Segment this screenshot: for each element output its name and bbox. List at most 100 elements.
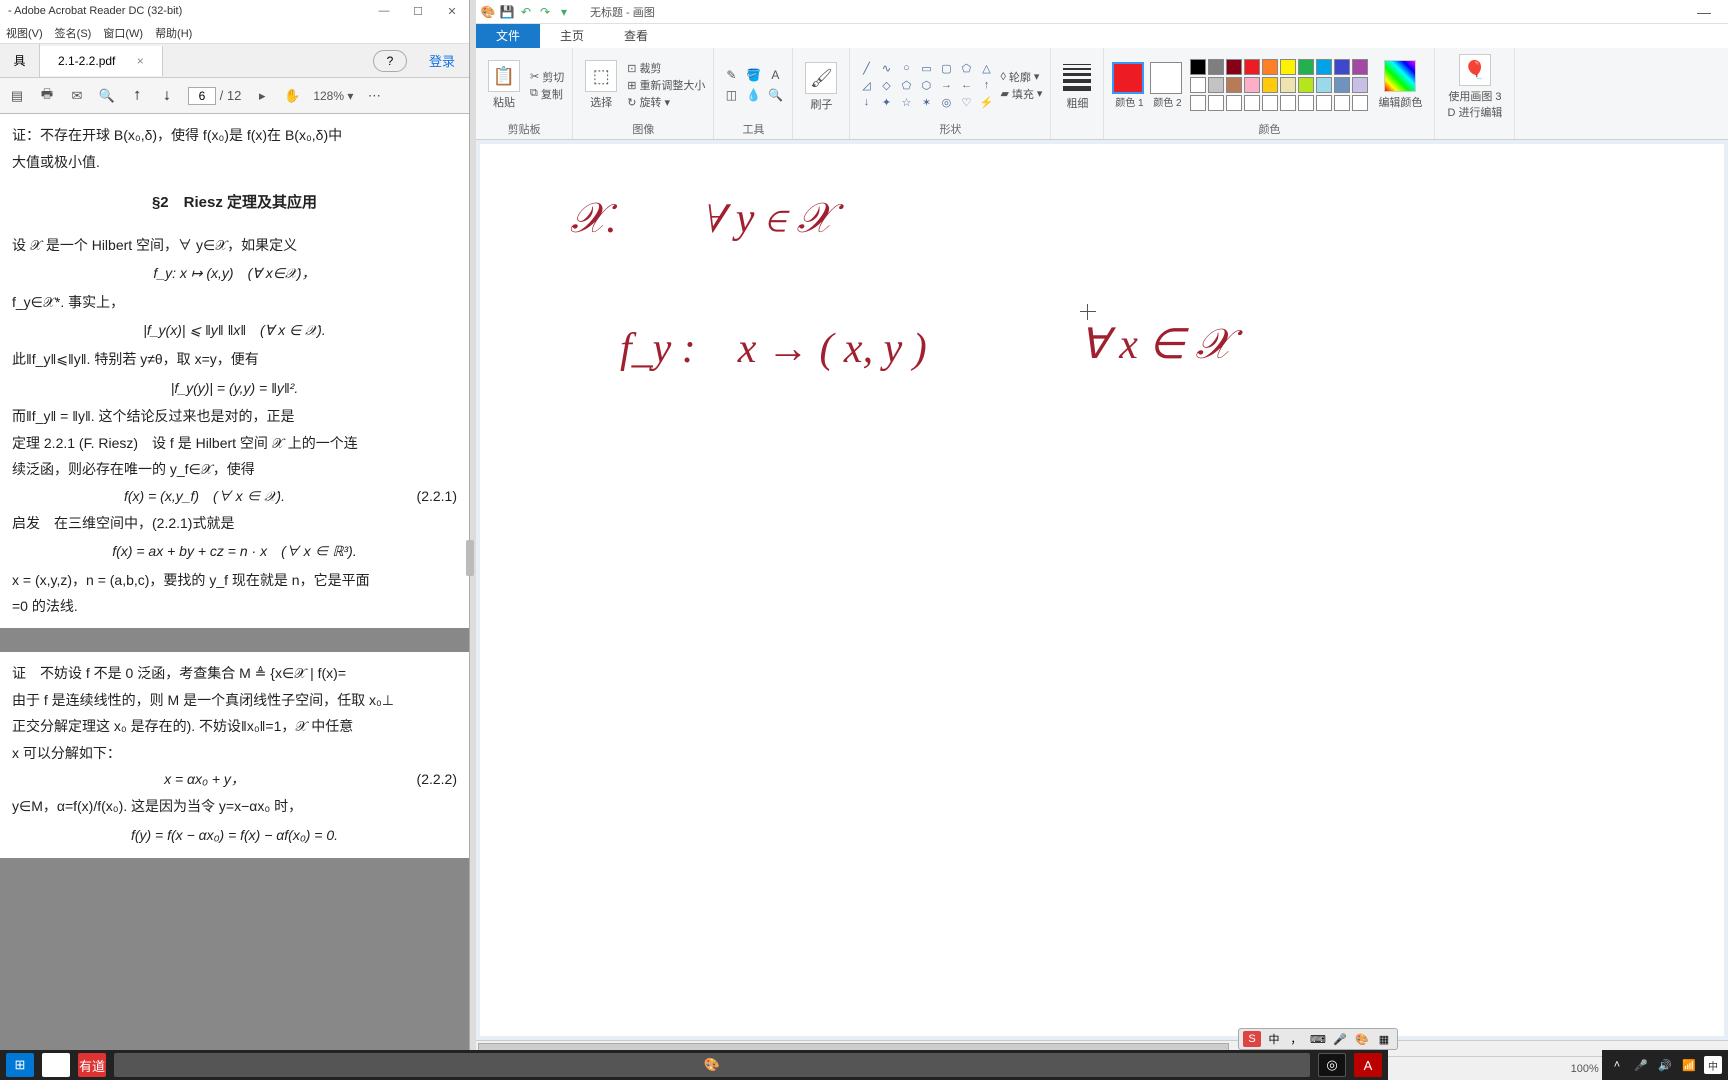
hand-tool-icon[interactable]: ✋ [283,87,301,105]
color-palette[interactable] [1190,59,1368,111]
page-up-icon[interactable]: ⭡ [128,87,146,105]
maximize-button[interactable]: ☐ [401,5,435,18]
minimize-button[interactable]: — [367,5,401,18]
mail-icon[interactable]: ✉ [68,87,86,105]
star4-shape-icon[interactable]: ✦ [878,95,894,109]
tray-mic-icon[interactable]: 🎤 [1632,1056,1650,1074]
color1-button[interactable]: 颜色 1 [1112,62,1146,109]
menu-help[interactable]: 帮助(H) [155,25,192,41]
shape-fill-button[interactable]: ▰ 填充 ▾ [1000,86,1042,102]
palette-swatch[interactable] [1280,59,1296,75]
palette-swatch[interactable] [1298,59,1314,75]
splitter-grip[interactable] [466,540,474,576]
taskbar-obs[interactable]: ◎ [1318,1053,1346,1077]
arrow-r-shape-icon[interactable]: → [938,78,954,92]
print-icon[interactable]: 🖶 [38,87,56,105]
ime-punct-icon[interactable]: ， [1287,1031,1305,1047]
brush-button[interactable]: 🖌 刷子 [801,60,841,114]
ime-skin-icon[interactable]: 🎨 [1353,1031,1371,1047]
more-icon[interactable]: ⋯ [365,87,383,105]
hexagon-shape-icon[interactable]: ⬡ [918,78,934,92]
windows-taskbar[interactable]: ⊞ ◉ 有道 🎨 ◎ A [0,1050,1388,1080]
ime-voice-icon[interactable]: 🎤 [1331,1031,1349,1047]
sidepanel-icon[interactable]: ▤ [8,87,26,105]
palette-swatch[interactable] [1316,59,1332,75]
palette-swatch[interactable] [1262,95,1278,111]
canvas-sheet[interactable]: 𝒳. ∀ y ∈ 𝒳 f_y : x → ( x, y ) ∀ x ∈ 𝒳 [480,144,1724,1036]
menu-window[interactable]: 窗口(W) [103,25,143,41]
palette-swatch[interactable] [1280,95,1296,111]
qat-dropdown-icon[interactable]: ▾ [556,5,572,19]
color2-button[interactable]: 颜色 2 [1150,62,1184,109]
file-tab[interactable]: 2.1-2.2.pdf × [40,46,163,76]
paint-app-icon[interactable]: 🎨 [480,5,496,19]
redo-icon[interactable]: ↷ [537,5,553,19]
picker-tool-icon[interactable]: 💧 [744,87,762,103]
palette-swatch[interactable] [1352,77,1368,93]
taskbar-paint[interactable]: 🎨 [114,1053,1310,1077]
system-tray[interactable]: ˄ 🎤 🔊 📶 中 [1602,1050,1728,1080]
login-link[interactable]: 登录 [415,43,469,78]
text-tool-icon[interactable]: A [766,67,784,83]
help-button[interactable]: ? [373,50,407,72]
tray-chevron-icon[interactable]: ˄ [1608,1056,1626,1074]
stroke-button[interactable]: 粗细 [1059,62,1095,113]
ime-language-bar[interactable]: S 中 ， ⌨ 🎤 🎨 ▦ [1238,1028,1398,1050]
shape-outline-button[interactable]: ◊ 轮廓 ▾ [1000,69,1042,85]
close-tab-icon[interactable]: × [137,54,144,68]
fill-tool-icon[interactable]: 🪣 [744,67,762,83]
document-viewport[interactable]: 证：不存在开球 B(x₀,δ)，使得 f(x₀)是 f(x)在 B(x₀,δ)中… [0,114,469,1080]
tray-network-icon[interactable]: 📶 [1680,1056,1698,1074]
tray-ime-icon[interactable]: 中 [1704,1056,1722,1074]
sogou-ime-icon[interactable]: S [1243,1031,1261,1047]
ime-menu-icon[interactable]: ▦ [1375,1031,1393,1047]
palette-swatch[interactable] [1226,77,1242,93]
taskbar-chrome[interactable]: ◉ [42,1053,70,1077]
palette-swatch[interactable] [1226,95,1242,111]
palette-swatch[interactable] [1298,77,1314,93]
paste-button[interactable]: 📋 粘贴 [484,58,524,112]
menu-sign[interactable]: 签名(S) [55,25,92,41]
edit-colors-button[interactable]: 编辑颜色 [1374,58,1426,112]
polygon-shape-icon[interactable]: ⬠ [958,61,974,75]
palette-swatch[interactable] [1208,95,1224,111]
zoom-level[interactable]: 128% ▾ [313,89,353,103]
callout-shape-icon[interactable]: ◎ [938,95,954,109]
palette-swatch[interactable] [1298,95,1314,111]
palette-swatch[interactable] [1334,77,1350,93]
palette-swatch[interactable] [1352,95,1368,111]
palette-swatch[interactable] [1334,95,1350,111]
copy-button[interactable]: ⧉ 复制 [530,86,564,102]
ime-softkbd-icon[interactable]: ⌨ [1309,1031,1327,1047]
start-button[interactable]: ⊞ [6,1053,34,1077]
undo-icon[interactable]: ↶ [518,5,534,19]
paint-canvas-area[interactable]: 𝒳. ∀ y ∈ 𝒳 f_y : x → ( x, y ) ∀ x ∈ 𝒳 [476,140,1728,1040]
palette-swatch[interactable] [1208,77,1224,93]
tab-view[interactable]: 查看 [604,24,668,48]
rotate-button[interactable]: ↻ 旋转 ▾ [627,94,705,110]
tray-volume-icon[interactable]: 🔊 [1656,1056,1674,1074]
palette-swatch[interactable] [1316,77,1332,93]
cut-button[interactable]: ✂ 剪切 [530,69,564,85]
oval-shape-icon[interactable]: ○ [898,61,914,75]
palette-swatch[interactable] [1190,77,1206,93]
palette-swatch[interactable] [1190,59,1206,75]
pencil-tool-icon[interactable]: ✎ [722,67,740,83]
line-shape-icon[interactable]: ╱ [858,61,874,75]
taskbar-youdao[interactable]: 有道 [78,1053,106,1077]
shapes-gallery[interactable]: ╱∿○▭▢⬠△ ◿◇⬠⬡→←↑ ↓✦☆✶◎♡⚡ [858,61,994,109]
palette-swatch[interactable] [1316,95,1332,111]
roundrect-shape-icon[interactable]: ▢ [938,61,954,75]
page-down-icon[interactable]: ⭣ [158,87,176,105]
palette-swatch[interactable] [1352,59,1368,75]
arrow-l-shape-icon[interactable]: ← [958,78,974,92]
select-tool-icon[interactable]: ▸ [253,87,271,105]
menu-view[interactable]: 视图(V) [6,25,43,41]
diamond-shape-icon[interactable]: ◇ [878,78,894,92]
crop-button[interactable]: ⊡ 裁剪 [627,60,705,76]
eraser-tool-icon[interactable]: ◫ [722,87,740,103]
paint3d-button[interactable]: 🎈 使用画图 3 D 进行编辑 [1443,52,1506,122]
rect-shape-icon[interactable]: ▭ [918,61,934,75]
palette-swatch[interactable] [1244,59,1260,75]
palette-swatch[interactable] [1262,77,1278,93]
